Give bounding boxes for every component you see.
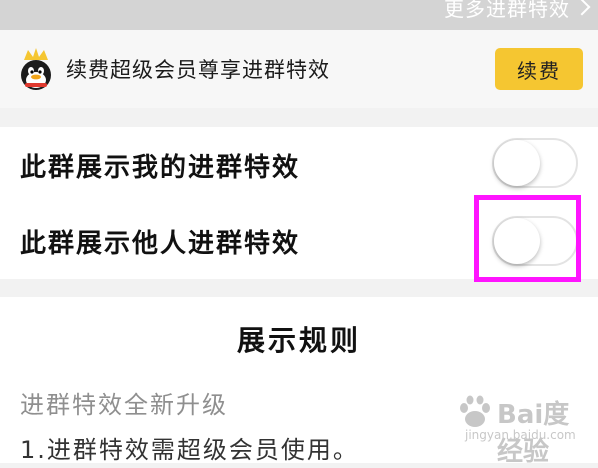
renew-button[interactable]: 续费 (495, 48, 583, 90)
rules-item-1: 1.进群特效需超级会员使用。 (20, 436, 359, 464)
setting-row-my-effect: 此群展示我的进群特效 (0, 127, 598, 203)
more-effects-link[interactable]: 更多进群特效 (444, 0, 591, 22)
toggle-my-effect[interactable] (492, 138, 578, 188)
toggle-knob (494, 140, 540, 186)
settings-card: 此群展示我的进群特效 此群展示他人进群特效 (0, 127, 598, 279)
rules-title: 展示规则 (236, 324, 361, 357)
top-strip: 更多进群特效 (0, 0, 598, 30)
vip-renew-banner: 续费超级会员尊享进群特效 续费 (0, 30, 598, 108)
rules-card: 展示规则 进群特效全新升级 1.进群特效需超级会员使用。 (0, 297, 598, 464)
chevron-right-icon (573, 0, 591, 16)
setting-label-others-effect: 此群展示他人进群特效 (20, 228, 301, 259)
setting-label-my-effect: 此群展示我的进群特效 (20, 152, 301, 183)
toggle-others-effect[interactable] (492, 216, 578, 266)
qq-penguin-vip-icon (16, 48, 56, 92)
more-effects-label: 更多进群特效 (444, 0, 570, 21)
vip-banner-text: 续费超级会员尊享进群特效 (66, 58, 330, 82)
toggle-knob (494, 218, 540, 264)
setting-row-others-effect: 此群展示他人进群特效 (0, 203, 598, 279)
rules-subtitle: 进群特效全新升级 (20, 391, 228, 419)
